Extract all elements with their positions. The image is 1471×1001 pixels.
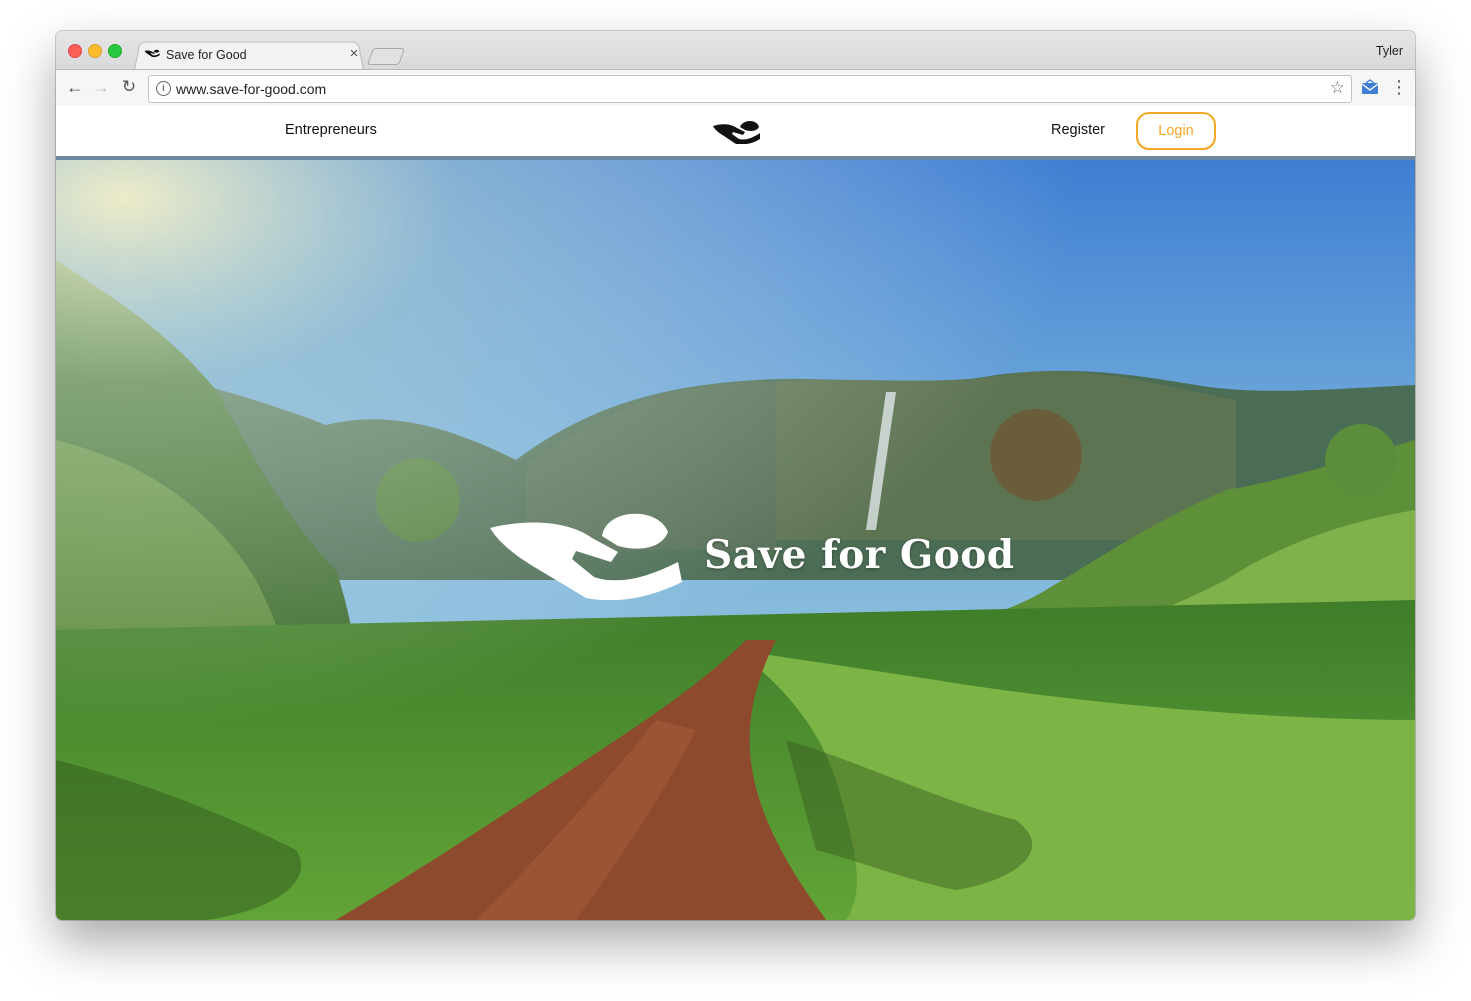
url-text[interactable]: www.save-for-good.com (176, 81, 326, 97)
window-close-button[interactable] (68, 44, 82, 58)
star-icon[interactable]: ☆ (1330, 78, 1345, 98)
login-button[interactable]: Login (1136, 112, 1216, 150)
nav-link-register[interactable]: Register (1051, 122, 1105, 138)
hero-title: Save for Good (704, 532, 1015, 578)
tab-title: Save for Good (166, 48, 247, 62)
nav-link-entrepreneurs[interactable]: Entrepreneurs (285, 122, 377, 138)
hero-banner: Save for Good (56, 160, 1415, 920)
address-bar[interactable]: i www.save-for-good.com ☆ (148, 75, 1352, 103)
tab-close-icon[interactable]: × (346, 45, 362, 62)
window-minimize-button[interactable] (88, 44, 102, 58)
envelope-icon[interactable] (1361, 79, 1379, 95)
info-icon[interactable]: i (156, 81, 171, 96)
hand-logo-icon[interactable] (711, 118, 761, 144)
new-tab-button[interactable] (366, 48, 406, 65)
hand-logo-icon (144, 49, 160, 58)
reload-icon[interactable]: ↻ (118, 76, 140, 98)
more-vertical-icon[interactable]: ⋮ (1390, 77, 1408, 97)
back-icon[interactable]: ← (64, 76, 86, 98)
browser-toolbar: ← → ↻ i www.save-for-good.com ☆ ⋮ (56, 69, 1415, 107)
profile-name[interactable]: Tyler (1376, 44, 1403, 58)
tab-strip: Save for Good × Tyler (56, 31, 1415, 70)
forward-icon[interactable]: → (90, 76, 112, 98)
site-header: Entrepreneurs Register Login (56, 106, 1415, 160)
browser-window: Save for Good × Tyler ← → ↻ i www.save-f… (56, 31, 1415, 920)
active-tab-content[interactable]: Save for Good × (144, 41, 362, 69)
window-maximize-button[interactable] (108, 44, 122, 58)
hand-logo-icon (490, 513, 682, 600)
